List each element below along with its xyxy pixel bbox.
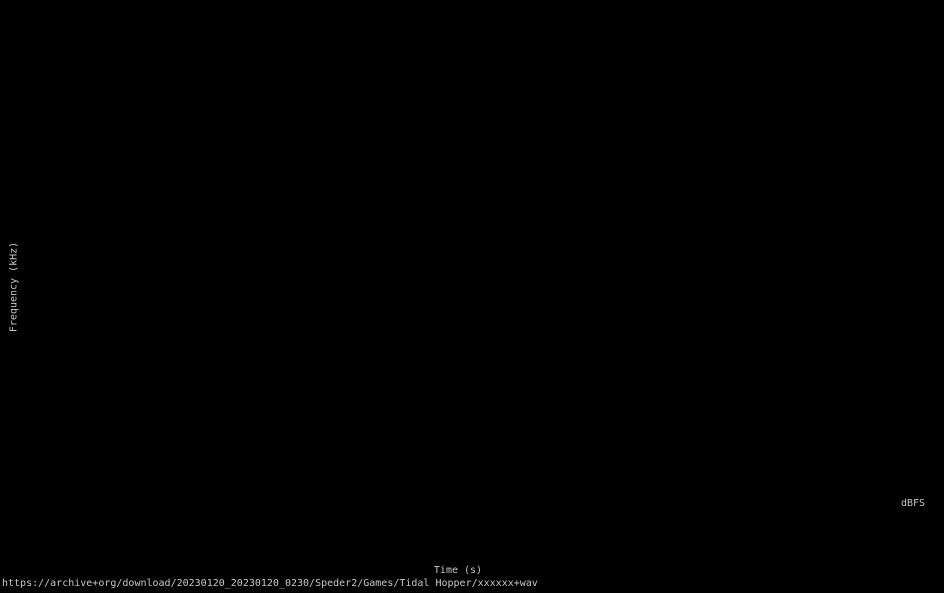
x-axis-title: Time (s) [433,565,483,576]
footer-url: https://archive+org/download/20230120_20… [2,578,538,589]
colorbar-title: dBFS [900,498,926,509]
spectrogram-app: Frequency (kHz) Time (s) dBFS https://ar… [0,0,944,593]
y-axis-title: Frequency (kHz) [8,241,20,333]
axes-layer [0,0,944,593]
colorbar [896,85,910,485]
